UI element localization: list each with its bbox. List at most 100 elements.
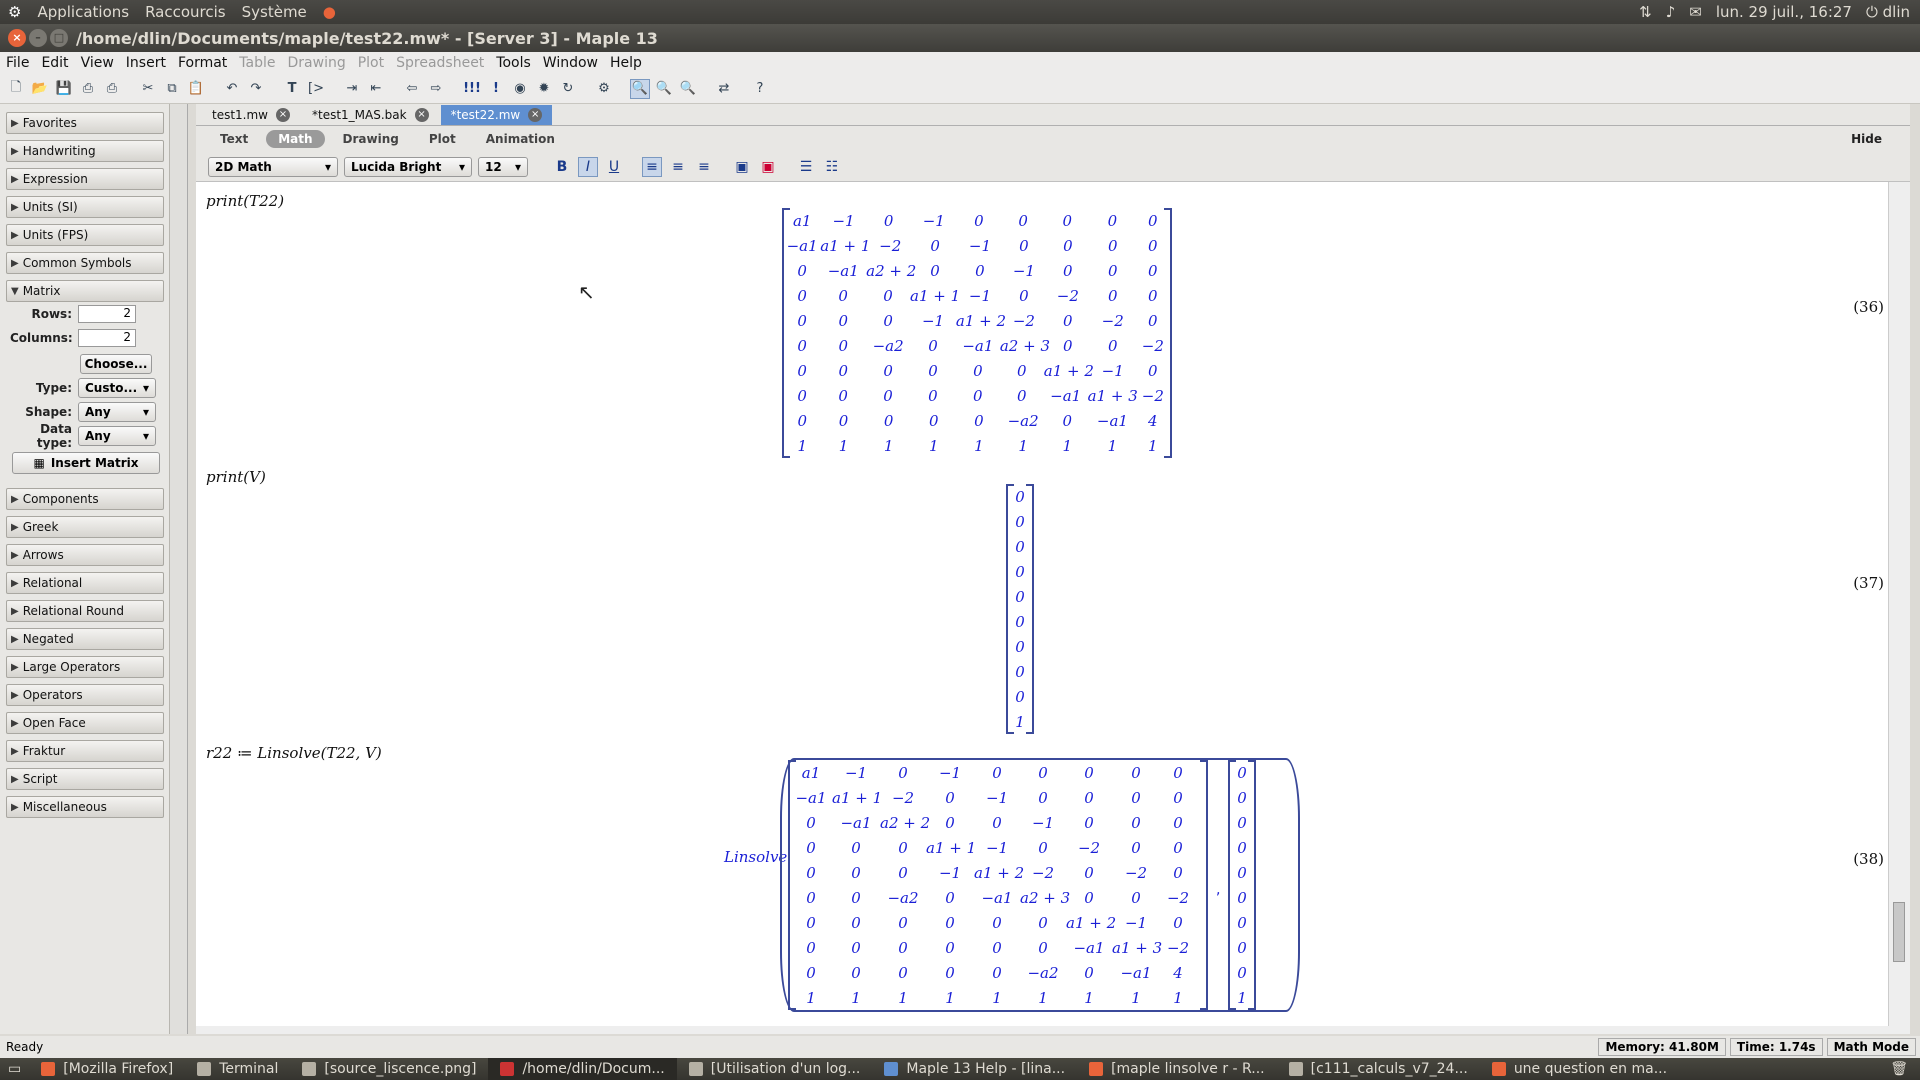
zoom-150-icon[interactable]: 🔍 [654, 79, 674, 99]
new-document-icon[interactable]: 🗋 [6, 79, 26, 99]
palette-operators[interactable]: ▶ Operators [6, 684, 164, 706]
context-math[interactable]: Math [266, 130, 325, 148]
menu-format[interactable]: Format [172, 55, 233, 71]
align-right-icon[interactable]: ≡ [694, 157, 714, 177]
palette-script[interactable]: ▶ Script [6, 768, 164, 790]
forward-icon[interactable]: ⇨ [426, 79, 446, 99]
mail-icon[interactable]: ✉ [1689, 3, 1702, 21]
choose-button[interactable]: Choose... [80, 354, 152, 374]
worksheet[interactable]: print(T22) a1 −1 0 −1 0 0 0 0 0 −a1 a1 + 1 −2 0 −1 0 0 0… [196, 182, 1888, 1026]
palette-components[interactable]: ▶ Components [6, 488, 164, 510]
palette-miscellaneous[interactable]: ▶ Miscellaneous [6, 796, 164, 818]
scroll-thumb[interactable] [1893, 902, 1905, 962]
taskbar-item-maple-help[interactable]: Maple 13 Help - [lina... [872, 1058, 1077, 1080]
systeme-menu[interactable]: Système [234, 3, 315, 21]
redo-icon[interactable]: ↷ [246, 79, 266, 99]
size-dropdown[interactable]: 12 ▾ [478, 156, 528, 177]
palette-relational[interactable]: ▶ Relational [6, 572, 164, 594]
palette-handwriting[interactable]: ▶ Handwriting [6, 140, 164, 162]
bold-icon[interactable]: B [552, 157, 572, 177]
cut-icon[interactable]: ✂ [138, 79, 158, 99]
menu-plot[interactable]: Plot [352, 55, 390, 71]
palette-greek[interactable]: ▶ Greek [6, 516, 164, 538]
raccourcis-menu[interactable]: Raccourcis [137, 3, 234, 21]
input-print-t22[interactable]: print(T22) [206, 192, 284, 210]
restart-icon[interactable]: ↻ [558, 79, 578, 99]
palette-negated[interactable]: ▶ Negated [6, 628, 164, 650]
palette-large-operators[interactable]: ▶ Large Operators [6, 656, 164, 678]
help-icon[interactable]: ? [750, 79, 770, 99]
context-animation[interactable]: Animation [474, 130, 567, 148]
taskbar-item-firefox-2[interactable]: [maple linsolve r - R... [1077, 1058, 1277, 1080]
close-tab-icon[interactable]: × [528, 108, 543, 122]
palette-open-face[interactable]: ▶ Open Face [6, 712, 164, 734]
zoom-200-icon[interactable]: 🔍 [678, 79, 698, 99]
bullet-list-icon[interactable]: ☰ [796, 157, 816, 177]
palette-matrix[interactable]: ▼ Matrix [6, 280, 164, 302]
insert-matrix-button[interactable]: ▦ Insert Matrix [12, 452, 160, 474]
network-icon[interactable]: ⇅ [1639, 3, 1652, 21]
document-vertical-scrollbar[interactable] [1888, 182, 1910, 1026]
menu-tools[interactable]: Tools [490, 55, 537, 71]
menu-view[interactable]: View [75, 55, 120, 71]
execute-icon[interactable]: ! [486, 79, 506, 99]
print-icon[interactable]: ⎙ [78, 79, 98, 99]
numbered-list-icon[interactable]: ☷ [822, 157, 842, 177]
taskbar-item-firefox-3[interactable]: une question en ma... [1480, 1058, 1679, 1080]
font-dropdown[interactable]: Lucida Bright ▾ [344, 156, 472, 177]
palette-common-symbols[interactable]: ▶ Common Symbols [6, 252, 164, 274]
copy-icon[interactable]: ⧉ [162, 79, 182, 99]
tab-test1-mas[interactable]: *test1_MAS.bak × [302, 105, 439, 125]
menu-window[interactable]: Window [537, 55, 604, 71]
mode-dropdown[interactable]: 2D Math ▾ [208, 156, 338, 177]
minimize-window-icon[interactable]: – [29, 29, 47, 47]
menu-drawing[interactable]: Drawing [282, 55, 352, 71]
context-plot[interactable]: Plot [417, 130, 468, 148]
undo-icon[interactable]: ↶ [222, 79, 242, 99]
taskbar-item-terminal[interactable]: Terminal [185, 1058, 290, 1080]
maximize-window-icon[interactable]: □ [50, 29, 68, 47]
palette-fraktur[interactable]: ▶ Fraktur [6, 740, 164, 762]
document-horizontal-scrollbar[interactable] [196, 1026, 1910, 1034]
palette-scrollbar[interactable] [170, 104, 188, 1034]
show-desktop-icon[interactable]: ▭ [0, 1058, 29, 1080]
menu-file[interactable]: File [0, 55, 35, 71]
zoom-100-icon[interactable]: 🔍 [630, 78, 650, 99]
close-tab-icon[interactable]: × [276, 108, 290, 122]
align-left-icon[interactable]: ≡ [642, 156, 662, 177]
taskbar-item-maple[interactable]: /home/dlin/Docum... [488, 1058, 677, 1080]
input-linsolve[interactable]: r22 ≔ Linsolve(T22, V) [206, 744, 382, 762]
italic-icon[interactable]: I [578, 156, 598, 177]
stop-icon[interactable]: ◉ [510, 79, 530, 99]
palette-relational-round[interactable]: ▶ Relational Round [6, 600, 164, 622]
taskbar-item-document[interactable]: [Utilisation d'un log... [677, 1058, 873, 1080]
align-center-icon[interactable]: ≡ [668, 157, 688, 177]
shape-dropdown[interactable]: Any ▾ [78, 402, 156, 422]
print-preview-icon[interactable]: ⎙ [102, 79, 122, 99]
context-text[interactable]: Text [208, 130, 260, 148]
palette-favorites[interactable]: ▶ Favorites [6, 112, 164, 134]
save-icon[interactable]: 💾 [54, 79, 74, 99]
context-drawing[interactable]: Drawing [331, 130, 411, 148]
menu-table[interactable]: Table [233, 55, 281, 71]
menu-edit[interactable]: Edit [35, 55, 74, 71]
input-print-v[interactable]: print(V) [206, 468, 266, 486]
sync-icon[interactable]: ⇄ [714, 79, 734, 99]
execute-all-icon[interactable]: !!! [462, 79, 482, 99]
paste-icon[interactable]: 📋 [186, 79, 206, 99]
rows-spinner[interactable]: 2 [78, 305, 136, 323]
hide-button[interactable]: Hide [1851, 132, 1882, 146]
clock[interactable]: lun. 29 juil., 16:27 [1716, 3, 1852, 21]
menu-spreadsheet[interactable]: Spreadsheet [390, 55, 490, 71]
underline-icon[interactable]: U [604, 157, 624, 177]
volume-icon[interactable]: ♪ [1666, 3, 1676, 21]
taskbar-item-image[interactable]: [source_liscence.png] [290, 1058, 488, 1080]
settings-icon[interactable]: ⚙ [594, 79, 614, 99]
close-window-icon[interactable]: × [8, 29, 26, 47]
palette-units-si[interactable]: ▶ Units (SI) [6, 196, 164, 218]
tab-test22[interactable]: *test22.mw × [440, 105, 553, 125]
outdent-icon[interactable]: ⇤ [366, 79, 386, 99]
ubuntu-logo-icon[interactable]: ⚙ [0, 3, 29, 21]
insert-prompt-icon[interactable]: [> [306, 79, 326, 99]
close-tab-icon[interactable]: × [414, 108, 429, 122]
